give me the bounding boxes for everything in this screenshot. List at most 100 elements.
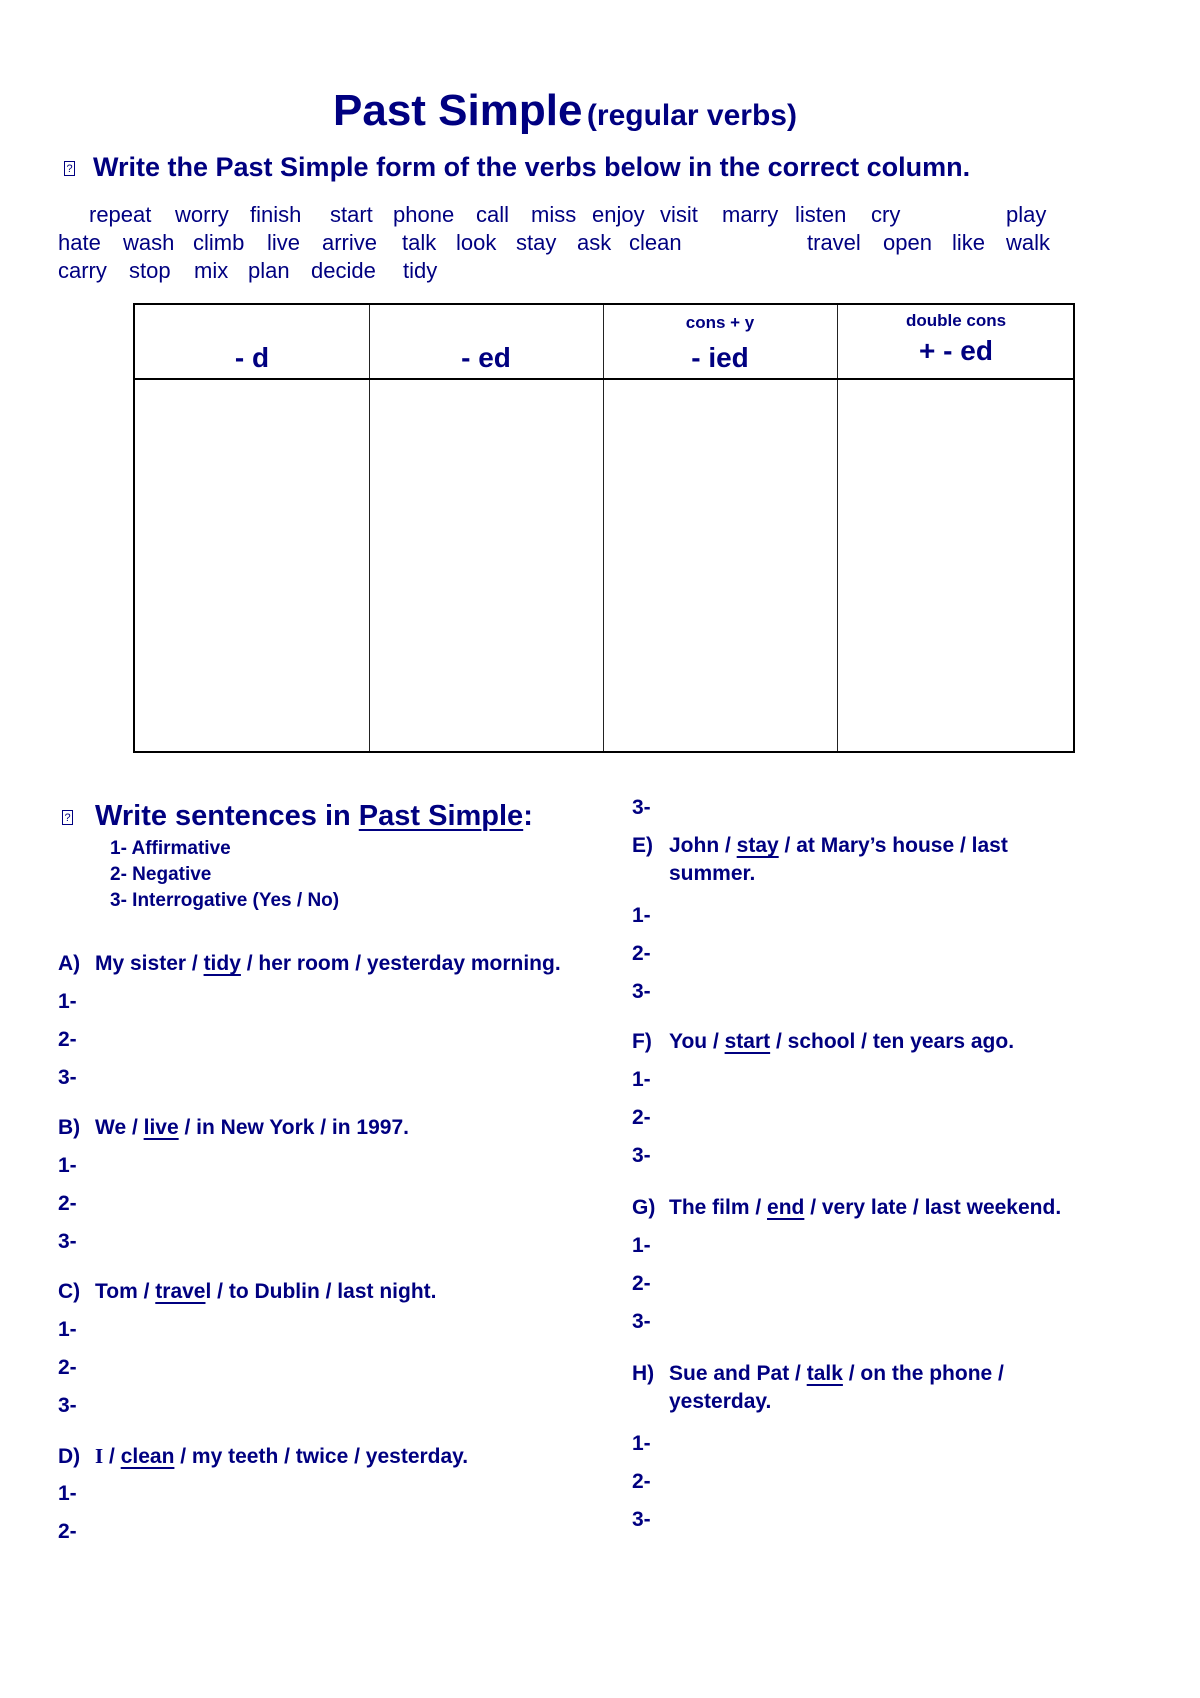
answer-line[interactable]: 1- xyxy=(632,1234,651,1258)
prompt-verb: end xyxy=(767,1196,805,1219)
verb: miss xyxy=(531,202,577,227)
verb: play xyxy=(1006,202,1047,227)
prompt-subject: I xyxy=(95,1444,104,1468)
header-main: - ied xyxy=(691,342,749,373)
item-label: E) xyxy=(632,834,653,857)
verb: climb xyxy=(193,230,245,255)
prompt-text: Sue and Pat / xyxy=(669,1362,807,1385)
verb: talk xyxy=(402,230,437,255)
title-sub: (regular verbs) xyxy=(586,99,797,132)
header-sub: double cons xyxy=(905,311,1007,330)
exercise-item-b: B) We / live / in New York / in 1997. xyxy=(58,1116,409,1140)
prompt-text: / very late / last weekend. xyxy=(804,1196,1062,1219)
answer-line[interactable]: 2- xyxy=(632,1470,651,1494)
prompt-text: / at Mary’s house / last xyxy=(778,834,1008,857)
bullet-icon: ? xyxy=(64,161,75,177)
verb: ask xyxy=(577,230,612,255)
verb: listen xyxy=(795,202,847,227)
verb: phone xyxy=(393,202,455,227)
prompt-verb: live xyxy=(143,1116,179,1139)
sentence-type: 3- Interrogative (Yes / No) xyxy=(110,890,340,911)
verb: arrive xyxy=(322,230,378,255)
verb: live xyxy=(267,230,301,255)
answer-line[interactable]: 1- xyxy=(58,1318,77,1342)
prompt-text: / in New York / in 1997. xyxy=(178,1116,409,1139)
prompt-verb: clean xyxy=(120,1445,175,1468)
item-label: F) xyxy=(632,1030,652,1053)
prompt-text: You / xyxy=(669,1030,725,1053)
answer-line[interactable]: 1- xyxy=(58,1154,77,1178)
header-main: - ed xyxy=(461,342,511,373)
answer-line[interactable]: 1- xyxy=(632,1432,651,1456)
sentence-type: 2- Negative xyxy=(110,864,212,885)
exercise-item-h: H) Sue and Pat / talk / on the phone / xyxy=(632,1362,1004,1386)
exercise-item-f: F) You / start / school / ten years ago. xyxy=(632,1030,1014,1054)
header-sub: cons + y xyxy=(685,313,755,332)
bullet-icon: ? xyxy=(62,809,73,825)
prompt-text: / my teeth / twice / yesterday. xyxy=(174,1445,469,1468)
exercise-item-h-line2: yesterday. xyxy=(669,1390,772,1413)
item-label: A) xyxy=(58,952,81,975)
item-label: D) xyxy=(58,1445,81,1468)
exercise-item-g: G) The film / end / very late / last week… xyxy=(632,1196,1061,1220)
answer-line[interactable]: 2- xyxy=(58,1028,77,1052)
answer-line[interactable]: 2- xyxy=(632,942,651,966)
answer-line[interactable]: 2- xyxy=(58,1520,77,1544)
answer-line[interactable]: 3- xyxy=(632,1310,651,1334)
table-header-row: - d - ed cons + y - ied double cons + - … xyxy=(135,305,1073,380)
prompt-verb: start xyxy=(724,1030,771,1053)
answer-line[interactable]: 1- xyxy=(58,990,77,1014)
prompt-text: / xyxy=(103,1445,121,1468)
answer-line[interactable]: 3- xyxy=(632,1144,651,1168)
verb: cry xyxy=(871,202,901,227)
prompt-text: / on the phone / xyxy=(842,1362,1004,1385)
heading-text: Write sentences in xyxy=(95,800,359,832)
verb: repeat xyxy=(89,202,152,227)
verb: hate xyxy=(58,230,101,255)
heading-underlined: Past Simple xyxy=(358,800,524,832)
verb: enjoy xyxy=(592,202,645,227)
answer-line[interactable]: 3- xyxy=(632,796,651,820)
verb: visit xyxy=(660,202,698,227)
prompt-text: My sister / xyxy=(95,952,204,975)
prompt-verb: stay xyxy=(736,834,779,857)
verb: worry xyxy=(175,202,229,227)
answer-line[interactable]: 3- xyxy=(58,1230,77,1254)
prompt-text: John / xyxy=(669,834,737,857)
answer-line[interactable]: 2- xyxy=(632,1272,651,1296)
exercise-item-c: C) Tom / travel / to Dublin / last night. xyxy=(58,1280,436,1304)
header-double-cons: double cons + - ed xyxy=(837,305,1075,378)
answer-line[interactable]: 2- xyxy=(58,1356,77,1380)
answer-line[interactable]: 1- xyxy=(632,904,651,928)
verb: marry xyxy=(722,202,779,227)
answer-line[interactable]: 1- xyxy=(632,1068,651,1092)
answer-line[interactable]: 1- xyxy=(58,1482,77,1506)
answer-line[interactable]: 2- xyxy=(632,1106,651,1130)
verb: carry xyxy=(58,258,107,283)
prompt-verb: talk xyxy=(806,1362,843,1385)
heading-suffix: : xyxy=(523,800,533,832)
answer-line[interactable]: 3- xyxy=(58,1066,77,1090)
answer-line[interactable]: 2- xyxy=(58,1192,77,1216)
verb: stay xyxy=(516,230,557,255)
exercise-item-d: D) I / clean / my teeth / twice / yesterd… xyxy=(58,1444,468,1469)
prompt-text: / her room / yesterday morning. xyxy=(240,952,561,975)
answer-line[interactable]: 3- xyxy=(632,1508,651,1532)
item-label: C) xyxy=(58,1280,81,1303)
prompt-text: / to Dublin / last night. xyxy=(211,1280,437,1303)
header-main: + - ed xyxy=(919,335,993,366)
verb: plan xyxy=(248,258,290,283)
answer-line[interactable]: 3- xyxy=(632,980,651,1004)
answer-line[interactable]: 3- xyxy=(58,1394,77,1418)
item-label: H) xyxy=(632,1362,655,1385)
exercise2-heading: ? Write sentences in Past Simple: xyxy=(62,800,533,833)
exercise1-instruction: ? Write the Past Simple form of the verbs… xyxy=(64,152,970,183)
item-label: G) xyxy=(632,1196,656,1219)
verb-sorting-table: - d - ed cons + y - ied double cons + - … xyxy=(133,303,1075,753)
title-main: Past Simple xyxy=(333,86,583,135)
verb: mix xyxy=(194,258,229,283)
sentence-type: 1- Affirmative xyxy=(110,838,231,859)
prompt-verb: tidy xyxy=(203,952,241,975)
exercise-item-a: A) My sister / tidy / her room / yesterda… xyxy=(58,952,561,976)
header-ed: - ed xyxy=(369,305,603,378)
